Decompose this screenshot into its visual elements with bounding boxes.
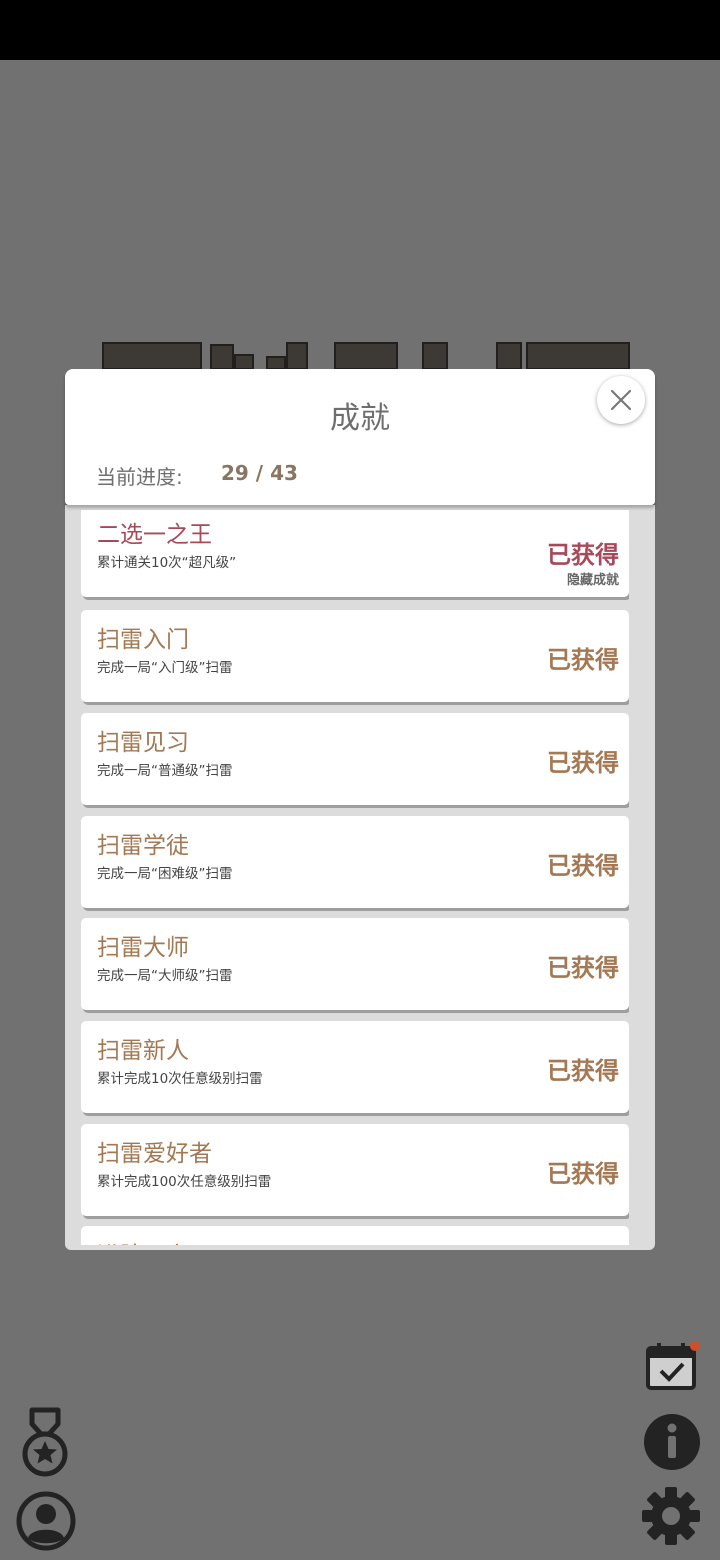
achievement-description: 完成一局“大师级”扫雷 [97,968,233,984]
info-icon[interactable] [643,1413,701,1471]
calendar-check-icon[interactable] [644,1340,702,1392]
achievement-card[interactable]: 扫雷爱好者 累计完成100次任意级别扫雷 已获得 [81,1124,629,1216]
gear-icon[interactable] [641,1486,701,1546]
achievement-description: 完成一局“入门级”扫雷 [97,660,233,676]
progress-label: 当前进度: [96,465,183,489]
medal-icon[interactable] [20,1406,70,1480]
achievement-status: 已获得 [547,954,619,982]
achievement-description: 累计通关10次“超凡级” [97,555,237,571]
achievement-card[interactable]: 扫雷新人 累计完成10次任意级别扫雷 已获得 [81,1021,629,1113]
achievements-list[interactable]: 二选一之王 累计通关10次“超凡级” 已获得 隐藏成就 扫雷入门 完成一局“入门… [81,510,629,1245]
modal-title: 成就 [330,401,390,436]
achievement-status: 已获得 [547,749,619,777]
close-button[interactable] [597,376,645,424]
achievement-name: 扫雷入门 [97,627,189,653]
achievement-card[interactable]: 进阶玩家 [81,1226,629,1245]
achievement-name: 进阶玩家 [97,1236,189,1245]
achievement-status: 已获得 [547,1057,619,1085]
achievement-description: 累计完成100次任意级别扫雷 [97,1174,272,1190]
achievement-status: 已获得 [547,852,619,880]
hidden-achievement-tag: 隐藏成就 [566,573,619,588]
close-icon [610,389,632,411]
achievements-list-panel: 二选一之王 累计通关10次“超凡级” 已获得 隐藏成就 扫雷入门 完成一局“入门… [65,505,655,1250]
achievement-status: 已获得 [547,1160,619,1188]
achievement-status: 已获得 [547,541,619,569]
achievement-name: 扫雷见习 [97,730,189,756]
achievement-name: 二选一之王 [97,522,212,548]
notification-dot [690,1341,700,1351]
achievement-name: 扫雷学徒 [97,833,189,859]
achievement-description: 累计完成10次任意级别扫雷 [97,1071,263,1087]
achievement-card[interactable]: 二选一之王 累计通关10次“超凡级” 已获得 隐藏成就 [81,510,629,597]
achievements-modal-header: 成就 当前进度: 29 / 43 [65,369,655,505]
achievement-name: 扫雷新人 [97,1038,189,1064]
achievement-card[interactable]: 扫雷学徒 完成一局“困难级”扫雷 已获得 [81,816,629,908]
achievement-description: 完成一局“普通级”扫雷 [97,763,233,779]
achievement-status: 已获得 [547,646,619,674]
achievement-card[interactable]: 扫雷见习 完成一局“普通级”扫雷 已获得 [81,713,629,805]
achievement-card[interactable]: 扫雷大师 完成一局“大师级”扫雷 已获得 [81,918,629,1010]
achievement-name: 扫雷大师 [97,935,189,961]
progress-value: 29 / 43 [221,461,298,485]
status-bar [0,0,720,60]
achievement-description: 完成一局“困难级”扫雷 [97,866,233,882]
profile-icon[interactable] [16,1491,76,1551]
achievement-name: 扫雷爱好者 [97,1141,212,1167]
achievement-card[interactable]: 扫雷入门 完成一局“入门级”扫雷 已获得 [81,610,629,702]
background-pixel-title [100,340,630,370]
